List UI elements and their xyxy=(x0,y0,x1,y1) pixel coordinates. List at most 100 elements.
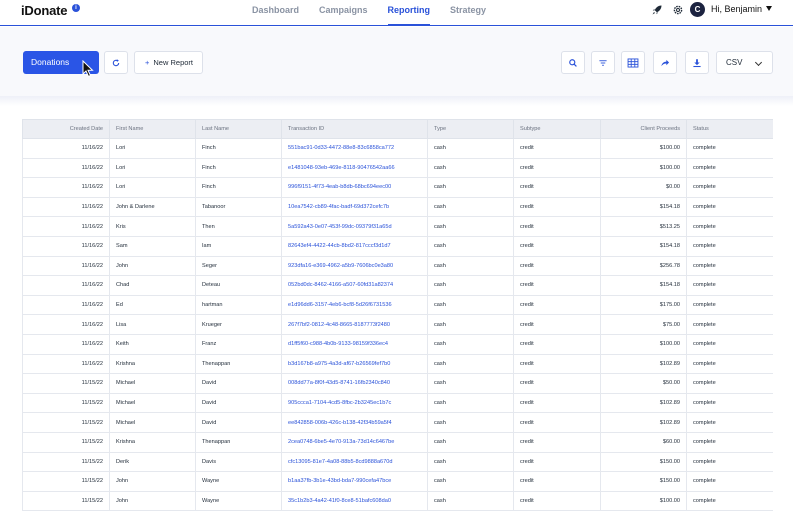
client-proceeds-cell: $513.25 xyxy=(600,216,687,237)
transaction-id-link[interactable]: e1d96dd6-3157-4eb6-bcf8-5d26f6731536 xyxy=(281,294,428,316)
first-name-cell: John xyxy=(109,490,196,512)
last-name-cell: Finch xyxy=(195,177,282,198)
column-header-subtype[interactable]: Subtype xyxy=(513,119,601,139)
subtype-cell: credit xyxy=(513,275,601,296)
table-row[interactable]: 11/16/22 Chad Deteau 052bd0dc-8462-4166-a50… xyxy=(22,275,773,296)
table-row[interactable]: 11/15/22 John Wayne 35c1b2b3-4a42-41f0-8ce8… xyxy=(22,490,773,512)
table-row[interactable]: 11/16/22 Lori Finch 551bac91-0d33-4472-88e8… xyxy=(22,138,773,159)
transaction-id-link[interactable]: 905ccca1-7104-4cd5-8fbc-2b3245ec1b7c xyxy=(281,392,428,414)
first-name-cell: John xyxy=(109,255,196,277)
table-row[interactable]: 11/16/22 Sam Iam 82643ef4-4422-44cb-8bd2-81… xyxy=(22,235,773,257)
table-row[interactable]: 11/16/22 Keith Franz d1ff5f60-c988-4b0b-913… xyxy=(22,333,773,355)
donations-table: Created Date First Name Last Name Transa… xyxy=(22,119,773,512)
table-row[interactable]: 11/15/22 Derik Davis cfc13095-81e7-4a08-88b… xyxy=(22,451,773,473)
columns-button[interactable] xyxy=(621,51,645,74)
column-header-status[interactable]: Status xyxy=(686,119,773,139)
transaction-id-link[interactable]: 923dfa16-e369-4962-a5b9-7606bc0e3a80 xyxy=(281,255,428,277)
type-cell: cash xyxy=(427,294,514,316)
type-cell: cash xyxy=(427,177,514,198)
tab-dashboard[interactable]: Dashboard xyxy=(252,0,299,26)
export-format-select[interactable]: CSV xyxy=(716,51,773,74)
transaction-id-link[interactable]: 052bd0dc-8462-4166-a507-60fd31a82374 xyxy=(281,275,428,296)
transaction-id-link[interactable]: 5a592a43-0e07-453f-99dc-09379f31a65d xyxy=(281,216,428,237)
new-report-button[interactable]: + New Report xyxy=(134,51,203,74)
download-button[interactable] xyxy=(685,51,709,74)
column-header-first-name[interactable]: First Name xyxy=(109,119,196,139)
table-row[interactable]: 11/16/22 Lori Finch 996f9151-4f73-4eab-b8db… xyxy=(22,177,773,198)
share-button[interactable] xyxy=(653,51,677,74)
table-row[interactable]: 11/15/22 Michael David 008dd77a-8f0f-43d5-8… xyxy=(22,373,773,394)
chevron-down-icon[interactable] xyxy=(766,6,772,11)
tab-campaigns[interactable]: Campaigns xyxy=(319,0,368,26)
subtype-cell: credit xyxy=(513,235,601,257)
tab-reporting[interactable]: Reporting xyxy=(387,0,431,26)
main-nav: Dashboard Campaigns Reporting Strategy xyxy=(252,0,506,26)
client-proceeds-cell: $75.00 xyxy=(600,314,687,335)
search-button[interactable] xyxy=(561,51,585,74)
status-cell: complete xyxy=(686,333,773,355)
user-greeting[interactable]: Hi, Benjamin xyxy=(711,4,762,14)
created-date-cell: 11/16/22 xyxy=(22,196,110,218)
transaction-id-link[interactable]: 10ea7542-cb89-4fac-badf-69d372cefc7b xyxy=(281,196,428,218)
transaction-id-link[interactable]: ee842858-006b-426c-b138-42f34b59a5f4 xyxy=(281,412,428,433)
rocket-icon[interactable] xyxy=(651,4,663,16)
transaction-id-link[interactable]: 996f9151-4f73-4eab-b8db-68bc694eec00 xyxy=(281,177,428,198)
last-name-cell: Krueger xyxy=(195,314,282,335)
column-header-type[interactable]: Type xyxy=(427,119,514,139)
filter-button[interactable] xyxy=(591,51,615,74)
client-proceeds-cell: $100.00 xyxy=(600,490,687,512)
table-row[interactable]: 11/16/22 Lori Finch e1481048-93eb-469e-8118… xyxy=(22,157,773,179)
last-name-cell: Franz xyxy=(195,333,282,355)
table-row[interactable]: 11/15/22 Michael David 905ccca1-7104-4cd5-8… xyxy=(22,392,773,414)
table-row[interactable]: 11/16/22 Krishna Thenappan b3d167b8-a975-4a… xyxy=(22,353,773,375)
type-cell: cash xyxy=(427,412,514,433)
client-proceeds-cell: $154.18 xyxy=(600,196,687,218)
gear-icon[interactable] xyxy=(672,4,684,16)
transaction-id-link[interactable]: 008dd77a-8f0f-43d5-8741-16fb2340c840 xyxy=(281,373,428,394)
transaction-id-link[interactable]: b3d167b8-a975-4a3d-af67-b26569fef7b0 xyxy=(281,353,428,375)
last-name-cell: Iam xyxy=(195,235,282,257)
client-proceeds-cell: $0.00 xyxy=(600,177,687,198)
transaction-id-link[interactable]: 82643ef4-4422-44cb-8bd2-817cccf3d1d7 xyxy=(281,235,428,257)
client-proceeds-cell: $100.00 xyxy=(600,157,687,179)
table-row[interactable]: 11/15/22 Krishna Thenappan 2cea0748-6be5-4e… xyxy=(22,431,773,453)
first-name-cell: Chad xyxy=(109,275,196,296)
subtype-cell: credit xyxy=(513,314,601,335)
transaction-id-link[interactable]: 267f7bf2-0812-4c48-8665-8187773f2480 xyxy=(281,314,428,335)
first-name-cell: Lori xyxy=(109,157,196,179)
transaction-id-link[interactable]: cfc13095-81e7-4a08-88b5-8cd9888a670d xyxy=(281,451,428,473)
transaction-id-link[interactable]: 35c1b2b3-4a42-41f0-8ce8-51bafc608da0 xyxy=(281,490,428,512)
created-date-cell: 11/15/22 xyxy=(22,373,110,394)
idonate-logo[interactable]: iDonate xyxy=(21,3,67,18)
type-cell: cash xyxy=(427,255,514,277)
info-icon[interactable]: i xyxy=(72,4,80,12)
table-row[interactable]: 11/16/22 John & Darlene Tabanoor 10ea7542-c… xyxy=(22,196,773,218)
table-row[interactable]: 11/16/22 Lisa Krueger 267f7bf2-0812-4c48-86… xyxy=(22,314,773,335)
column-header-created-date[interactable]: Created Date xyxy=(22,119,110,139)
column-header-last-name[interactable]: Last Name xyxy=(195,119,282,139)
created-date-cell: 11/16/22 xyxy=(22,294,110,316)
client-proceeds-cell: $60.00 xyxy=(600,431,687,453)
avatar[interactable]: C xyxy=(690,2,705,17)
transaction-id-link[interactable]: b1aa37fb-3b1e-43bd-bda7-990cefa47bce xyxy=(281,471,428,492)
table-row[interactable]: 11/15/22 Michael David ee842858-006b-426c-b… xyxy=(22,412,773,433)
refresh-button[interactable] xyxy=(104,51,128,74)
transaction-id-link[interactable]: 551bac91-0d33-4472-88e8-83c6858ca772 xyxy=(281,138,428,159)
column-header-client-proceeds[interactable]: Client Proceeds xyxy=(600,119,687,139)
table-row[interactable]: 11/15/22 John Wayne b1aa37fb-3b1e-43bd-bda7… xyxy=(22,471,773,492)
first-name-cell: Michael xyxy=(109,392,196,414)
type-cell: cash xyxy=(427,392,514,414)
column-header-transaction-id[interactable]: Transaction ID xyxy=(281,119,428,139)
first-name-cell: Lisa xyxy=(109,314,196,335)
transaction-id-link[interactable]: e1481048-93eb-469e-8118-90476542aa66 xyxy=(281,157,428,179)
transaction-id-link[interactable]: d1ff5f60-c988-4b0b-9133-98159f336ec4 xyxy=(281,333,428,355)
table-row[interactable]: 11/16/22 John Seger 923dfa16-e369-4962-a5b9… xyxy=(22,255,773,277)
transaction-id-link[interactable]: 2cea0748-6be5-4e70-913a-73d14c6467be xyxy=(281,431,428,453)
tab-strategy[interactable]: Strategy xyxy=(450,0,486,26)
subtype-cell: credit xyxy=(513,353,601,375)
table-row[interactable]: 11/16/22 Ed hartman e1d96dd6-3157-4eb6-bcf8… xyxy=(22,294,773,316)
created-date-cell: 11/16/22 xyxy=(22,177,110,198)
subtype-cell: credit xyxy=(513,157,601,179)
table-row[interactable]: 11/16/22 Kris Then 5a592a43-0e07-453f-99dc-… xyxy=(22,216,773,237)
last-name-cell: Deteau xyxy=(195,275,282,296)
